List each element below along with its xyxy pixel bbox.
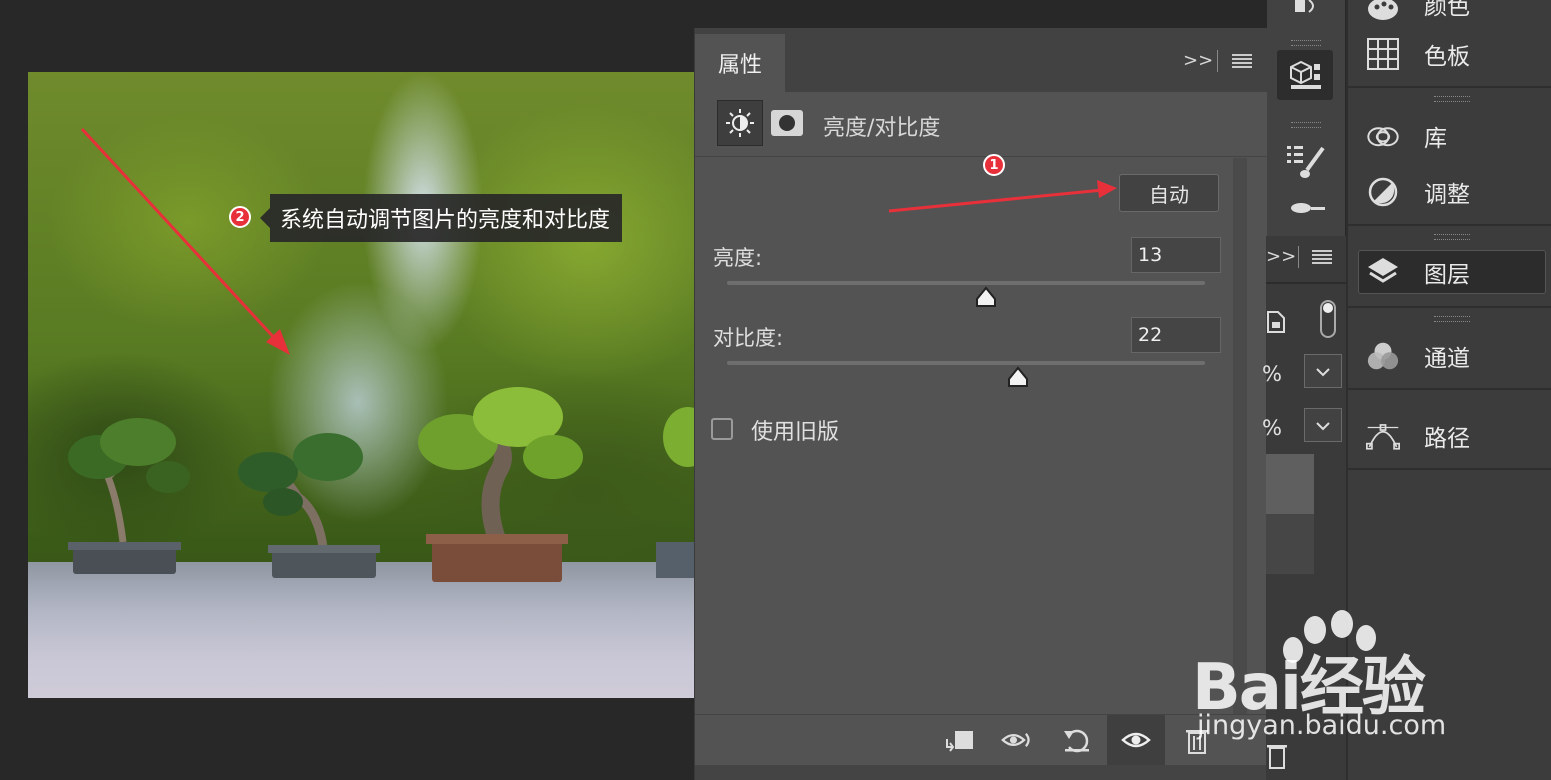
dock-grip[interactable] [1291,40,1321,46]
brightness-label: 亮度: [713,246,763,270]
panel-item-label: 调整 [1424,182,1470,208]
brightness-slider[interactable] [727,281,1205,285]
panel-item-label: 库 [1424,126,1447,152]
bonsai-tree-3 [418,387,583,582]
watermark-url: jingyan.baidu.com [1197,710,1447,741]
panel-resize-strip[interactable] [695,765,1267,780]
properties-bottom-bar [695,714,1267,765]
group-grip-3[interactable] [1434,316,1470,322]
step-badge-1: 1 [983,154,1005,176]
brush-settings-icon[interactable] [1287,144,1327,180]
fill-dropdown[interactable] [1304,408,1342,442]
brightness-contrast-icon[interactable] [717,100,763,146]
step-badge-2: 2 [229,206,251,228]
panel-menu-icon[interactable] [1232,54,1252,68]
group-grip[interactable] [1434,96,1470,102]
3d-cube-icon [1290,60,1321,89]
tab-divider [1217,50,1218,72]
layers-icon [1366,255,1400,289]
panel-item-adjustments[interactable]: 调整 [1348,162,1551,222]
group-grip-2[interactable] [1434,234,1470,240]
bonsai-tree-4 [656,407,694,578]
collapsed-divider [1298,246,1299,268]
collapsed-sep [1266,282,1346,284]
channels-icon [1366,339,1400,373]
panel-item-paths[interactable]: 路径 [1348,406,1551,466]
fill-value-partial[interactable]: % [1262,416,1282,440]
collapse-panel-icon[interactable]: >> [1183,50,1213,71]
panel-separator-3 [1348,306,1551,308]
lock-document-icon[interactable] [1266,308,1286,334]
swatches-grid-icon [1366,37,1400,71]
tab-properties[interactable]: 属性 [695,34,785,92]
brightness-slider-thumb[interactable] [974,286,998,308]
panel-item-label: 图层 [1424,262,1470,288]
reset-icon[interactable] [1061,725,1093,755]
panel-item-layers[interactable]: 图层 [1348,242,1551,302]
contrast-label: 对比度: [713,326,784,350]
panel-separator-2 [1348,224,1551,226]
bonsai-tree-2 [238,433,380,578]
annotation-arrow-2 [80,127,290,355]
toggle-switch[interactable] [1320,300,1336,338]
layer-mask-icon[interactable] [771,110,803,136]
view-previous-state-icon[interactable] [1001,725,1033,755]
panel-separator-5 [1348,468,1551,470]
expand-panel-icon[interactable]: >> [1266,246,1296,267]
visibility-cell [1107,715,1165,765]
use-legacy-label: 使用旧版 [751,420,840,445]
tool-partial-icon[interactable] [1291,0,1321,16]
panel-item-label: 色板 [1424,44,1470,70]
auto-button[interactable]: 自动 [1119,174,1219,212]
panel-item-channels[interactable]: 通道 [1348,326,1551,386]
pen-path-icon [1366,419,1400,453]
panel-separator [1348,86,1551,88]
contrast-input[interactable]: 22 [1131,317,1221,353]
bonsai-illustration [68,127,694,582]
adjustment-header: 亮度/对比度 [695,92,1267,157]
cloud-library-icon [1366,119,1400,153]
panel-item-label: 颜色 [1424,0,1470,20]
clone-source-icon[interactable] [1287,200,1327,220]
use-legacy-checkbox[interactable] [711,418,733,440]
opacity-dropdown[interactable] [1304,354,1342,388]
chevron-down-icon [1316,368,1330,377]
properties-tab-bar: 属性 >> [695,28,1267,92]
panel-item-swatches[interactable]: 色板 [1348,24,1551,84]
clip-to-layer-icon[interactable] [943,725,975,755]
bonsai-tree-1 [68,418,190,574]
layer-row-highlight[interactable] [1266,454,1314,514]
brightness-input[interactable]: 13 [1131,237,1221,273]
palette-icon [1366,0,1400,21]
layer-row[interactable] [1266,514,1314,574]
half-circle-adjust-icon [1366,175,1400,209]
3d-tool-button[interactable] [1277,50,1333,100]
tools-dock [1267,0,1345,236]
contrast-slider-thumb[interactable] [1006,366,1030,388]
panel-separator-4 [1348,388,1551,390]
layers-menu-icon[interactable] [1312,250,1332,264]
dock-grip-2[interactable] [1291,122,1321,128]
chevron-down-icon-2 [1316,422,1330,431]
opacity-value-partial[interactable]: % [1262,362,1282,386]
callout-tooltip: 系统自动调节图片的亮度和对比度 [259,194,623,242]
adjustment-title: 亮度/对比度 [823,116,941,141]
panel-item-label: 路径 [1424,426,1470,452]
panel-item-libraries[interactable]: 库 [1348,106,1551,166]
visibility-eye-icon[interactable] [1121,727,1151,753]
canvas-image [28,72,694,698]
annotation-arrow-1 [888,180,1117,213]
panel-item-label: 通道 [1424,346,1470,372]
contrast-slider[interactable] [727,361,1205,365]
properties-panel: 属性 >> 亮度/对比度 1 自动 亮度: 13 对比度: 22 使用旧版 [694,28,1267,780]
